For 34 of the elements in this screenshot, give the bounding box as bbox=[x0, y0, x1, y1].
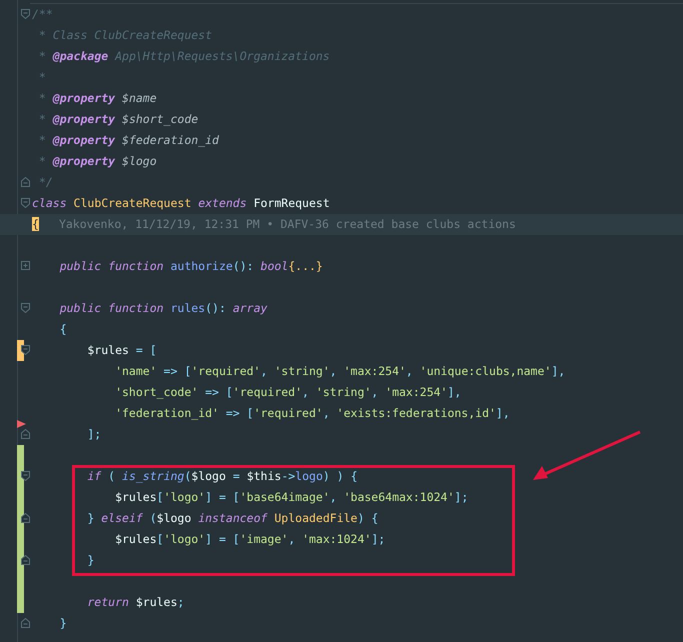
code-line: */ bbox=[38, 174, 53, 191]
code-line: } bbox=[58, 615, 67, 632]
code-line: ]; bbox=[86, 426, 102, 443]
fold-icon[interactable] bbox=[21, 513, 30, 523]
change-marker[interactable] bbox=[17, 592, 24, 613]
blame-annotation: Yakovenko, 11/12/19, 12:31 PM • DAFV-36 created base clubs actions bbox=[58, 216, 516, 233]
code-line: 'federation_id' => ['required', 'exists:federations,id'], bbox=[114, 405, 510, 422]
code-line: { bbox=[58, 321, 67, 338]
code-line: $rules['logo'] = ['image', 'max:1024']; bbox=[114, 531, 386, 548]
code-line: /** bbox=[31, 6, 53, 23]
code-line: * bbox=[38, 69, 46, 86]
code-line: public function authorize(): bool{...} bbox=[58, 258, 323, 275]
code-line: 'short_code' => ['required', 'string', 'max:254'], bbox=[114, 384, 462, 401]
code-line: class ClubCreateRequest extends FormRequest bbox=[31, 195, 330, 212]
change-marker[interactable] bbox=[17, 445, 24, 466]
expand-icon[interactable] bbox=[21, 261, 30, 270]
code-line: } bbox=[86, 552, 94, 569]
code-line: * @package App\Http\Requests\Organizations bbox=[38, 48, 330, 65]
code-line: $rules = [ bbox=[86, 342, 157, 359]
fold-icon[interactable] bbox=[21, 345, 30, 355]
fold-icon[interactable] bbox=[21, 471, 30, 481]
code-line: public function rules(): array bbox=[58, 300, 268, 317]
code-line: if ( is_string($logo = $this->logo) ) { bbox=[86, 468, 358, 485]
code-line: * @property $name bbox=[38, 90, 157, 107]
code-line: * Class ClubCreateRequest bbox=[38, 27, 212, 44]
code-line: $rules['logo'] = ['base64image', 'base64max:1024']; bbox=[114, 489, 468, 506]
code-line: * @property $short_code bbox=[38, 111, 198, 128]
code-line: 'name' => ['required', 'string', 'max:254', 'unique:clubs,name'], bbox=[114, 363, 566, 380]
code-line: } elseif ($logo instanceof UploadedFile) { bbox=[86, 510, 378, 527]
code-line: * @property $federation_id bbox=[38, 132, 219, 149]
code-line: return $rules; bbox=[86, 594, 184, 611]
deleted-lines-marker[interactable] bbox=[17, 420, 26, 428]
code-line: * @property $logo bbox=[38, 153, 157, 170]
fold-icon[interactable] bbox=[21, 555, 30, 565]
